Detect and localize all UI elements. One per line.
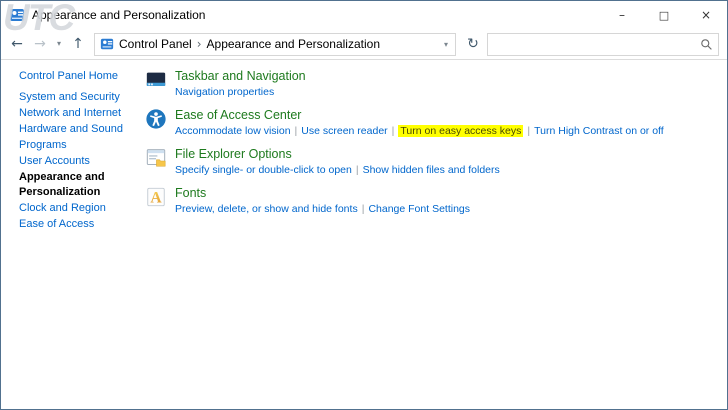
breadcrumb[interactable]: Control Panel › Appearance and Personali… xyxy=(94,33,456,56)
section-fonts: A Fonts Preview, delete, or show and hid… xyxy=(145,185,717,216)
taskbar-icon[interactable] xyxy=(145,69,167,91)
fonts-icon[interactable]: A xyxy=(145,186,167,208)
title-bar: Appearance and Personalization – □ × xyxy=(1,1,727,29)
breadcrumb-item-current[interactable]: Appearance and Personalization xyxy=(207,37,380,51)
link-accommodate-low-vision[interactable]: Accommodate low vision xyxy=(175,125,291,137)
link-change-font-settings[interactable]: Change Font Settings xyxy=(368,203,470,215)
control-panel-window: UTC Appearance and Personalization – □ ×… xyxy=(0,0,728,410)
sidebar-item-ease-of-access[interactable]: Ease of Access xyxy=(19,217,133,232)
section-text: Taskbar and Navigation Navigation proper… xyxy=(175,68,306,99)
link-navigation-properties[interactable]: Navigation properties xyxy=(175,86,274,98)
up-button[interactable]: ↑ xyxy=(68,37,88,51)
section-taskbar-and-navigation: Taskbar and Navigation Navigation proper… xyxy=(145,68,717,99)
svg-text:A: A xyxy=(150,190,162,207)
link-turn-high-contrast-on-or-off[interactable]: Turn High Contrast on or off xyxy=(534,125,664,137)
sidebar-item-clock-and-region[interactable]: Clock and Region xyxy=(19,201,133,216)
section-links: Accommodate low vision|Use screen reader… xyxy=(175,124,664,138)
breadcrumb-item-control-panel[interactable]: Control Panel xyxy=(119,37,192,51)
minimize-button[interactable]: – xyxy=(601,1,643,29)
link-separator: | xyxy=(295,125,298,137)
sidebar-item-user-accounts[interactable]: User Accounts xyxy=(19,154,133,169)
sidebar-item-control-panel-home[interactable]: Control Panel Home xyxy=(19,69,133,84)
sidebar-item-system-and-security[interactable]: System and Security xyxy=(19,90,133,105)
window-title: Appearance and Personalization xyxy=(32,8,205,22)
file-explorer-options-icon[interactable] xyxy=(145,147,167,169)
history-dropdown-icon[interactable]: ▾ xyxy=(53,40,65,48)
link-preview-delete-show-hide-fonts[interactable]: Preview, delete, or show and hide fonts xyxy=(175,203,358,215)
link-turn-on-easy-access-keys[interactable]: Turn on easy access keys xyxy=(398,125,523,137)
section-ease-of-access-center: Ease of Access Center Accommodate low vi… xyxy=(145,107,717,138)
section-title-taskbar-and-navigation[interactable]: Taskbar and Navigation xyxy=(175,68,306,84)
link-specify-single-or-double-click[interactable]: Specify single- or double-click to open xyxy=(175,164,352,176)
sidebar-item-network-and-internet[interactable]: Network and Internet xyxy=(19,106,133,121)
section-text: File Explorer Options Specify single- or… xyxy=(175,146,500,177)
maximize-button[interactable]: □ xyxy=(643,1,685,29)
link-separator: | xyxy=(362,203,365,215)
main-content: Taskbar and Navigation Navigation proper… xyxy=(137,60,727,409)
section-text: Ease of Access Center Accommodate low vi… xyxy=(175,107,664,138)
section-text: Fonts Preview, delete, or show and hide … xyxy=(175,185,470,216)
forward-button[interactable]: → xyxy=(30,37,50,51)
section-title-file-explorer-options[interactable]: File Explorer Options xyxy=(175,146,500,162)
section-links: Navigation properties xyxy=(175,85,306,99)
search-icon[interactable] xyxy=(700,38,713,51)
back-button[interactable]: ← xyxy=(7,37,27,51)
link-separator: | xyxy=(527,125,530,137)
link-show-hidden-files-and-folders[interactable]: Show hidden files and folders xyxy=(363,164,500,176)
sidebar-item-hardware-and-sound[interactable]: Hardware and Sound xyxy=(19,122,133,137)
link-use-screen-reader[interactable]: Use screen reader xyxy=(301,125,387,137)
section-links: Preview, delete, or show and hide fonts |… xyxy=(175,202,470,216)
search-input[interactable] xyxy=(493,38,700,50)
window-body: Control Panel Home System and Security N… xyxy=(1,60,727,409)
section-file-explorer-options: File Explorer Options Specify single- or… xyxy=(145,146,717,177)
window-controls: – □ × xyxy=(601,1,727,29)
search-box[interactable] xyxy=(487,33,719,56)
link-separator: | xyxy=(356,164,359,176)
sidebar: Control Panel Home System and Security N… xyxy=(1,60,137,409)
section-links: Specify single- or double-click to open |… xyxy=(175,163,500,177)
section-title-fonts[interactable]: Fonts xyxy=(175,185,470,201)
navigation-toolbar: ← → ▾ ↑ Control Panel › Appearance and P… xyxy=(1,29,727,60)
link-separator: | xyxy=(392,125,395,137)
breadcrumb-dropdown-icon[interactable]: ▾ xyxy=(442,40,450,49)
refresh-button[interactable]: ↻ xyxy=(462,36,484,52)
ease-of-access-icon[interactable] xyxy=(145,108,167,130)
close-button[interactable]: × xyxy=(685,1,727,29)
sidebar-item-appearance-and-personalization[interactable]: Appearance and Personalization xyxy=(19,170,133,200)
section-title-ease-of-access-center[interactable]: Ease of Access Center xyxy=(175,107,664,123)
breadcrumb-chevron-icon[interactable]: › xyxy=(197,37,202,51)
control-panel-icon-small xyxy=(100,37,114,51)
control-panel-icon xyxy=(9,7,25,23)
sidebar-item-programs[interactable]: Programs xyxy=(19,138,133,153)
